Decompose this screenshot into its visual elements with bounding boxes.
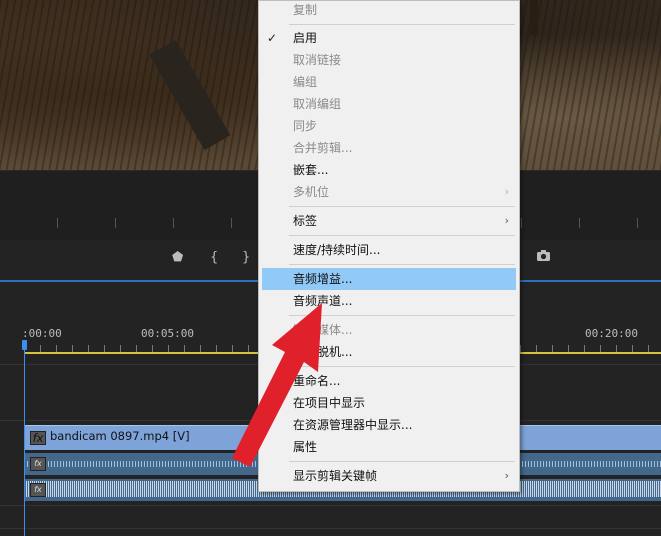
menu-item-make-offline[interactable]: 设为脱机... bbox=[259, 341, 519, 363]
menu-item-audio-gain[interactable]: 音频增益... bbox=[262, 268, 516, 290]
mark-out-icon[interactable]: } bbox=[242, 250, 250, 265]
menu-item-reveal-in-project[interactable]: 在项目中显示 bbox=[259, 392, 519, 414]
checkmark-icon: ✓ bbox=[267, 31, 278, 45]
menu-item-copy[interactable]: 复制 bbox=[259, 0, 519, 21]
track-divider bbox=[0, 528, 661, 529]
menu-separator bbox=[289, 235, 515, 236]
menu-item-unlink[interactable]: 取消链接 bbox=[259, 49, 519, 71]
menu-item-speed-duration[interactable]: 速度/持续时间... bbox=[259, 239, 519, 261]
menu-item-group[interactable]: 编组 bbox=[259, 71, 519, 93]
menu-separator bbox=[289, 366, 515, 367]
menu-separator bbox=[289, 461, 515, 462]
menu-item-ungroup[interactable]: 取消编组 bbox=[259, 93, 519, 115]
menu-item-multicam[interactable]: 多机位 › bbox=[259, 181, 519, 203]
menu-item-link-media[interactable]: 链接媒体... bbox=[259, 319, 519, 341]
menu-separator bbox=[289, 264, 515, 265]
submenu-arrow-icon: › bbox=[504, 214, 509, 227]
submenu-arrow-icon: › bbox=[504, 469, 509, 482]
menu-separator bbox=[289, 315, 515, 316]
playhead-line bbox=[24, 350, 25, 536]
timecode-20min: 00:20:00 bbox=[585, 327, 638, 340]
menu-item-rename[interactable]: 重命名... bbox=[259, 370, 519, 392]
video-clip-label: bandicam 0897.mp4 [V] bbox=[50, 429, 190, 443]
mark-in-icon[interactable]: { bbox=[210, 250, 218, 265]
menu-item-label[interactable]: 标签 › bbox=[259, 210, 519, 232]
menu-item-sync[interactable]: 同步 bbox=[259, 115, 519, 137]
menu-item-audio-channels[interactable]: 音频声道... bbox=[259, 290, 519, 312]
fx-badge: fx bbox=[30, 457, 46, 471]
menu-item-merge-clips[interactable]: 合并剪辑... bbox=[259, 137, 519, 159]
menu-item-show-clip-keyframes[interactable]: 显示剪辑关键帧 › bbox=[259, 465, 519, 487]
add-marker-icon[interactable]: ⬟ bbox=[172, 250, 183, 265]
menu-item-reveal-in-explorer[interactable]: 在资源管理器中显示... bbox=[259, 414, 519, 436]
clip-context-menu: 复制 ✓ 启用 取消链接 编组 取消编组 同步 合并剪辑... 嵌套... 多机… bbox=[258, 0, 520, 492]
track-divider bbox=[0, 505, 661, 506]
menu-item-enable[interactable]: ✓ 启用 bbox=[259, 27, 519, 49]
playhead-handle[interactable] bbox=[22, 340, 27, 350]
menu-item-nest[interactable]: 嵌套... bbox=[259, 159, 519, 181]
fx-badge: fx bbox=[30, 483, 46, 497]
menu-separator bbox=[289, 206, 515, 207]
menu-separator bbox=[289, 24, 515, 25]
timecode-start: :00:00 bbox=[22, 327, 62, 340]
timecode-5min: 00:05:00 bbox=[141, 327, 194, 340]
menu-item-properties[interactable]: 属性 bbox=[259, 436, 519, 458]
export-frame-camera-icon[interactable] bbox=[536, 249, 551, 266]
video-bench bbox=[530, 0, 538, 35]
submenu-arrow-icon: › bbox=[504, 185, 509, 198]
fx-badge: fx bbox=[30, 431, 46, 445]
